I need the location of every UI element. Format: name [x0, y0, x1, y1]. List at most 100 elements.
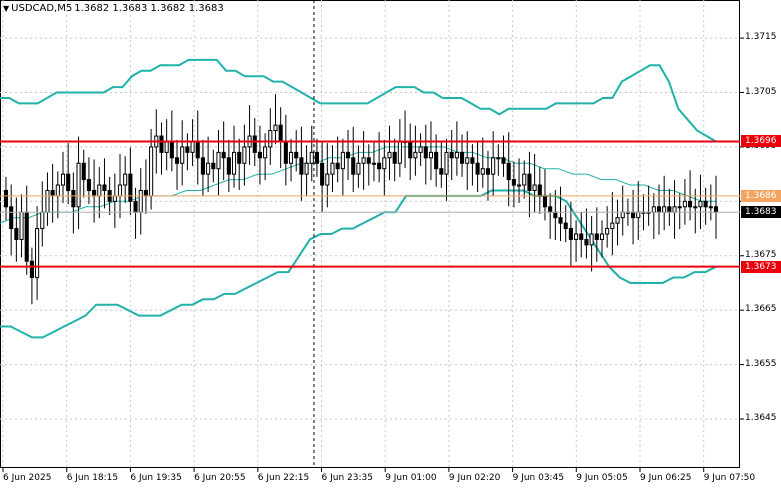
candle-bull: [123, 173, 128, 186]
candle-bull: [418, 146, 423, 153]
candle-bull: [19, 211, 24, 240]
candle-bull: [138, 189, 143, 213]
candle-bull: [180, 146, 185, 164]
candle-bear: [449, 151, 454, 159]
candle-bear: [485, 168, 491, 175]
candle-bull: [698, 200, 703, 208]
x-tick-label: 6 Jun 2025: [3, 473, 52, 483]
candle-bull: [532, 184, 537, 191]
candle-bear: [211, 162, 216, 170]
candle-bear: [377, 162, 382, 170]
candle-bear: [50, 189, 55, 197]
candle-bear: [345, 151, 351, 159]
candle-bear: [3, 189, 9, 208]
candle-bear: [24, 211, 29, 262]
candle-bull: [615, 217, 620, 224]
candle-bear: [423, 146, 428, 159]
candle-bull: [97, 184, 102, 197]
candle-bull: [309, 151, 314, 164]
candle-bull: [112, 195, 117, 202]
candle-bull: [340, 151, 345, 170]
candle-bull: [164, 140, 169, 153]
candle-bear: [511, 179, 516, 186]
candle-bear: [688, 200, 693, 208]
candle-bear: [553, 211, 558, 219]
x-tick-label: 6 Jun 18:15: [66, 473, 119, 483]
x-tick-label: 6 Jun 20:55: [194, 473, 246, 483]
candle-bull: [677, 206, 682, 209]
candle-bear: [594, 233, 599, 240]
candle-bear: [351, 157, 356, 175]
candle-bull: [708, 206, 713, 209]
candle-bull: [60, 173, 66, 186]
candle-bull: [465, 157, 470, 164]
candle-bull: [273, 124, 278, 132]
y-tick-label: 1.3705: [745, 86, 777, 97]
candle-bear: [102, 184, 107, 191]
candle-bull: [651, 206, 656, 213]
candle-bull: [610, 222, 615, 230]
candle-bull: [149, 146, 154, 197]
candle-bear: [252, 135, 257, 153]
candle-bear: [29, 260, 34, 279]
candle-bear: [568, 228, 573, 240]
candle-bull: [231, 151, 237, 175]
candle-bull: [522, 173, 527, 186]
candle-bear: [128, 173, 133, 202]
candle-bear: [81, 162, 86, 181]
candle-bear: [584, 238, 589, 246]
candle-bear: [237, 151, 242, 164]
candle-bull: [263, 146, 268, 159]
candle-bull: [454, 151, 459, 159]
candle-bull: [693, 206, 698, 209]
candle-bear: [143, 189, 148, 197]
candle-bull: [517, 184, 522, 187]
candle-bull: [428, 151, 434, 159]
candle-bear: [470, 157, 475, 164]
candle-bear: [133, 200, 138, 213]
x-tick-label: 9 Jun 07:50: [703, 473, 756, 483]
y-tick-label: 1.3645: [745, 413, 777, 424]
candle-bear: [71, 189, 76, 208]
candle-bull: [206, 162, 211, 175]
candle-bull: [662, 206, 667, 213]
candle-bull: [45, 189, 50, 213]
candle-bear: [439, 168, 444, 175]
candle-bear: [542, 195, 548, 208]
candle-bear: [66, 173, 71, 191]
candle-bear: [299, 157, 304, 175]
candle-bear: [294, 151, 299, 159]
candle-bear: [278, 124, 283, 142]
candle-bear: [460, 151, 465, 164]
x-tick-label: 9 Jun 02:20: [448, 473, 501, 483]
plot-frame: [0, 0, 740, 468]
candle-bull: [216, 151, 221, 170]
x-tick-label: 9 Jun 03:45: [512, 473, 565, 483]
candle-bull: [268, 130, 273, 148]
price-chart[interactable]: [0, 0, 781, 489]
candle-bull: [288, 151, 294, 164]
candle-bear: [174, 157, 180, 164]
candle-bear: [314, 151, 320, 164]
candle-bear: [475, 162, 480, 175]
candle-bull: [672, 206, 677, 213]
candle-bull: [371, 162, 377, 165]
candle-bear: [537, 184, 542, 197]
y-tick-label: 1.3665: [745, 304, 777, 315]
x-tick-label: 9 Jun 06:25: [640, 473, 692, 483]
candle-bull: [242, 146, 247, 164]
candle-bull: [35, 228, 40, 279]
candle-bear: [200, 157, 205, 175]
candle-bear: [713, 206, 719, 213]
candle-bull: [190, 140, 195, 153]
bollinger-upper-line: [0, 58, 717, 143]
candle-bull: [40, 211, 45, 230]
candle-bull: [589, 233, 594, 246]
candle-bear: [14, 228, 19, 240]
candle-bull: [387, 151, 392, 159]
x-tick-label: 9 Jun 05:05: [576, 473, 628, 483]
candle-bull: [605, 228, 610, 235]
level-price-tag: 1.3696: [741, 135, 781, 148]
candle-bear: [9, 206, 14, 230]
candle-bear: [159, 135, 164, 153]
